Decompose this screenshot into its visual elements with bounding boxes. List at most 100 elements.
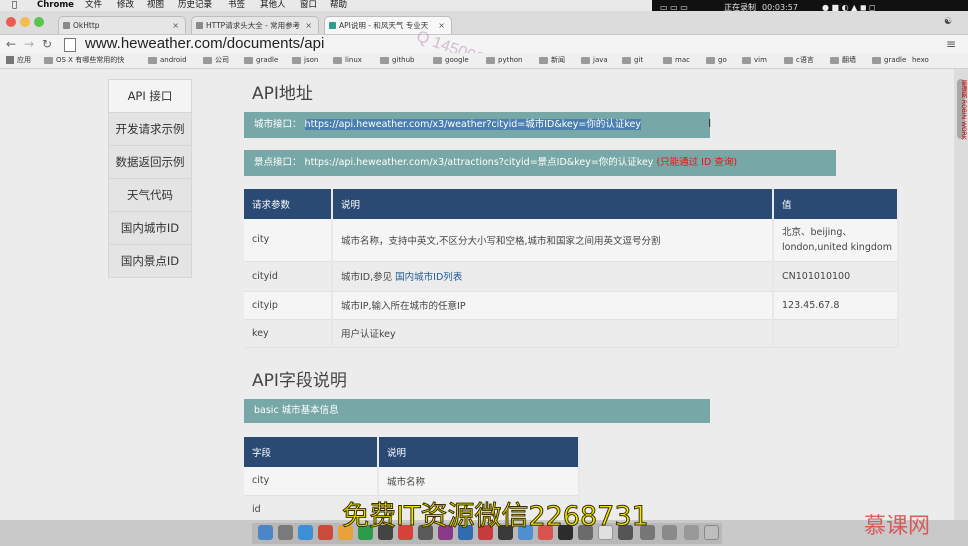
field-desc: 城市名称 [378,467,580,496]
mail-icon[interactable] [318,525,333,540]
bookmark-java[interactable]: java [581,53,608,68]
tab-okhttp[interactable]: OkHttp × [58,16,186,34]
bookmark-python[interactable]: python [486,53,523,68]
close-window-button[interactable] [6,17,16,27]
tab-api-docs[interactable]: API说明 - 和风天气 专业天 × [324,16,452,34]
bookmark-label: mac [675,56,690,64]
profile-button[interactable]: ☯ [944,17,952,27]
tab-favicon-icon [63,22,70,29]
bookmark-osx[interactable]: OS X 有哪些常用的快 [44,53,124,68]
nav-scenic-id[interactable]: 国内景点ID [109,245,191,277]
tab-title: API说明 - 和风天气 专业天 [339,21,429,30]
launchpad-icon[interactable] [278,525,293,540]
tab-strip: OkHttp × HTTP请求头大全 - 常用参考 × API说明 - 和风天气… [0,11,968,35]
bookmark-label: 新闻 [551,56,565,64]
bookmark-linux[interactable]: linux [333,53,362,68]
bookmark-vpn[interactable]: 翻墙 [830,53,856,68]
city-api-url[interactable]: https://api.heweather.com/x3/weather?cit… [304,119,641,130]
bookmark-label: vim [754,56,767,64]
bookmark-mac[interactable]: mac [663,53,690,68]
section-title-api-address: API地址 [252,84,313,104]
param-desc-cell: 城市ID,参见 国内城市ID列表 [332,261,774,292]
city-api-label: 城市接口： [254,119,302,130]
minimize-window-button[interactable] [20,17,30,27]
nav-weather-code[interactable]: 天气代码 [109,179,191,212]
bookmark-github[interactable]: github [380,53,414,68]
main-content: API地址 城市接口： https://api.heweather.com/x3… [244,69,904,520]
folder-icon [622,56,631,64]
bookmark-company[interactable]: 公司 [203,53,229,68]
tab-http-headers[interactable]: HTTP请求头大全 - 常用参考 × [191,16,319,34]
menu-edit[interactable]: 修改 [117,0,134,11]
param-desc: 用户认证key [332,319,774,348]
bookmark-label: github [392,56,415,64]
bookmark-news[interactable]: 新闻 [539,53,565,68]
documents-icon[interactable] [662,525,677,540]
menu-icon[interactable]: ≡ [946,35,956,53]
finder-icon[interactable] [258,525,273,540]
forward-icon[interactable]: → [24,35,34,53]
menu-help[interactable]: 帮助 [330,0,347,11]
bookmark-hexo[interactable]: hexo [912,53,929,68]
side-watermark: 慕课网 ROBIN WORK [960,80,967,140]
reload-icon[interactable]: ↻ [42,35,52,53]
bookmark-gradle[interactable]: gradle [244,53,278,68]
nav-city-id[interactable]: 国内城市ID [109,212,191,245]
folder-icon [333,56,342,64]
bookmark-label: 应用 [17,56,31,64]
url-field[interactable]: www.heweather.com/documents/api [85,35,324,53]
bookmark-gradle2[interactable]: gradle [872,53,906,68]
bookmark-json[interactable]: json [292,53,318,68]
apple-menu-icon[interactable]:  [12,0,17,11]
bookmark-label: google [445,56,469,64]
bookmarks-bar: 应用 OS X 有哪些常用的快 android 公司 gradle json l… [0,53,968,69]
basic-info-bar: basic 城市基本信息 [244,399,710,423]
scenic-api-box: 景点接口： https://api.heweather.com/x3/attra… [244,150,836,176]
city-id-list-link[interactable]: 国内城市ID列表 [395,272,462,283]
scenic-api-url[interactable]: https://api.heweather.com/x3/attractions… [305,157,654,168]
app-menu[interactable]: Chrome [37,0,74,11]
folder-icon [830,56,839,64]
close-icon[interactable]: × [172,17,179,34]
bookmark-google[interactable]: google [433,53,469,68]
menu-file[interactable]: 文件 [85,0,102,11]
folder-icon[interactable] [684,525,699,540]
bookmark-label: gradle [884,56,907,64]
params-table: 请求参数 说明 值 city 城市名称，支持中英文,不区分大小写和空格,城市和国… [244,189,899,348]
menu-view[interactable]: 视图 [147,0,164,11]
folder-icon [148,56,157,64]
safari-icon[interactable] [298,525,313,540]
folder-icon [433,56,442,64]
bookmark-label: c语言 [796,56,814,64]
nav-api[interactable]: API 接口 [109,80,191,113]
folder-icon [581,56,590,64]
menu-window[interactable]: 窗口 [300,0,317,11]
nav-response-example[interactable]: 数据返回示例 [109,146,191,179]
back-icon[interactable]: ← [6,35,16,53]
table-row: cityip 城市IP,输入所在城市的任意IP 123.45.67.8 [244,291,899,320]
tab-title: HTTP请求头大全 - 常用参考 [206,21,301,30]
bookmark-vim[interactable]: vim [742,53,767,68]
bookmark-git[interactable]: git [622,53,643,68]
folder-icon [203,56,212,64]
close-icon[interactable]: × [305,17,312,34]
scenic-api-label: 景点接口： [254,157,302,168]
bookmark-go[interactable]: go [706,53,727,68]
maximize-window-button[interactable] [34,17,44,27]
menu-bookmarks[interactable]: 书签 [228,0,245,11]
tab-favicon-icon [196,22,203,29]
close-icon[interactable]: × [438,17,445,34]
trash-icon[interactable] [704,525,719,540]
scenic-api-note: (只能通过 ID 查询) [656,157,738,168]
bookmark-apps[interactable]: 应用 [6,53,31,68]
bookmark-label: json [304,56,319,64]
bookmark-android[interactable]: android [148,53,187,68]
apps-icon [6,56,14,64]
nav-request-example[interactable]: 开发请求示例 [109,113,191,146]
param-name: cityip [244,291,333,320]
bookmark-c[interactable]: c语言 [784,53,814,68]
menu-people[interactable]: 其他人 [260,0,286,11]
folder-icon [742,56,751,64]
menu-history[interactable]: 历史记录 [178,0,212,11]
table-row: cityid 城市ID,参见 国内城市ID列表 CN101010100 [244,261,899,292]
